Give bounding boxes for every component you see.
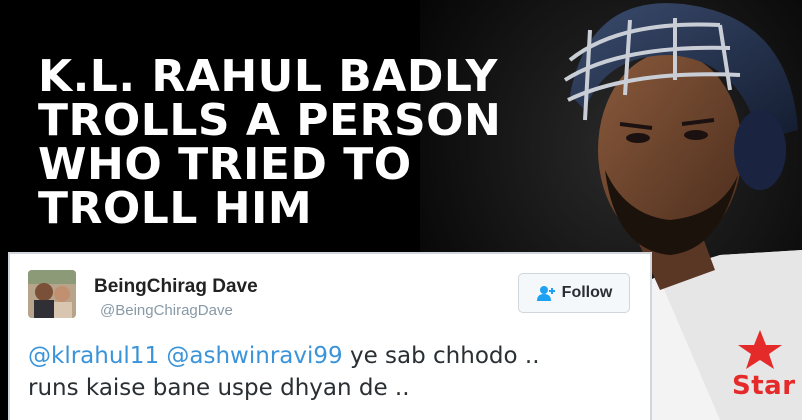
user-handle[interactable]: @BeingChiragDave bbox=[100, 302, 233, 319]
mention-link[interactable]: @ashwinravi99 bbox=[166, 343, 342, 369]
jersey-logo-text: Star bbox=[732, 371, 796, 401]
tweet-text-part: ye sab chhodo .. bbox=[342, 343, 540, 369]
tweet-card: BeingChirag Dave @BeingChiragDave Follow… bbox=[8, 252, 652, 420]
mention-link[interactable]: @klrahul11 bbox=[28, 343, 159, 369]
follow-label: Follow bbox=[561, 284, 613, 301]
tweet-text-part: runs kaise bane uspe dhyan de .. bbox=[28, 375, 410, 401]
headline-line-3: WHO TRIED TO bbox=[38, 139, 412, 190]
add-user-icon bbox=[536, 286, 555, 301]
display-name[interactable]: BeingChirag Dave bbox=[94, 276, 258, 298]
meme-graphic: Star K.L. RAHUL BADLY TROLLS A PERSON WH… bbox=[0, 0, 802, 420]
tweet-text: @klrahul11 @ashwinravi99 ye sab chhodo .… bbox=[28, 340, 648, 404]
headline: K.L. RAHUL BADLY TROLLS A PERSON WHO TRI… bbox=[38, 51, 502, 234]
headline-line-2: TROLLS A PERSON bbox=[38, 95, 502, 146]
headline-line-4: TROLL HIM bbox=[38, 183, 313, 234]
follow-button[interactable]: Follow bbox=[518, 273, 630, 313]
avatar[interactable] bbox=[28, 270, 76, 318]
headline-line-1: K.L. RAHUL BADLY bbox=[38, 51, 498, 102]
